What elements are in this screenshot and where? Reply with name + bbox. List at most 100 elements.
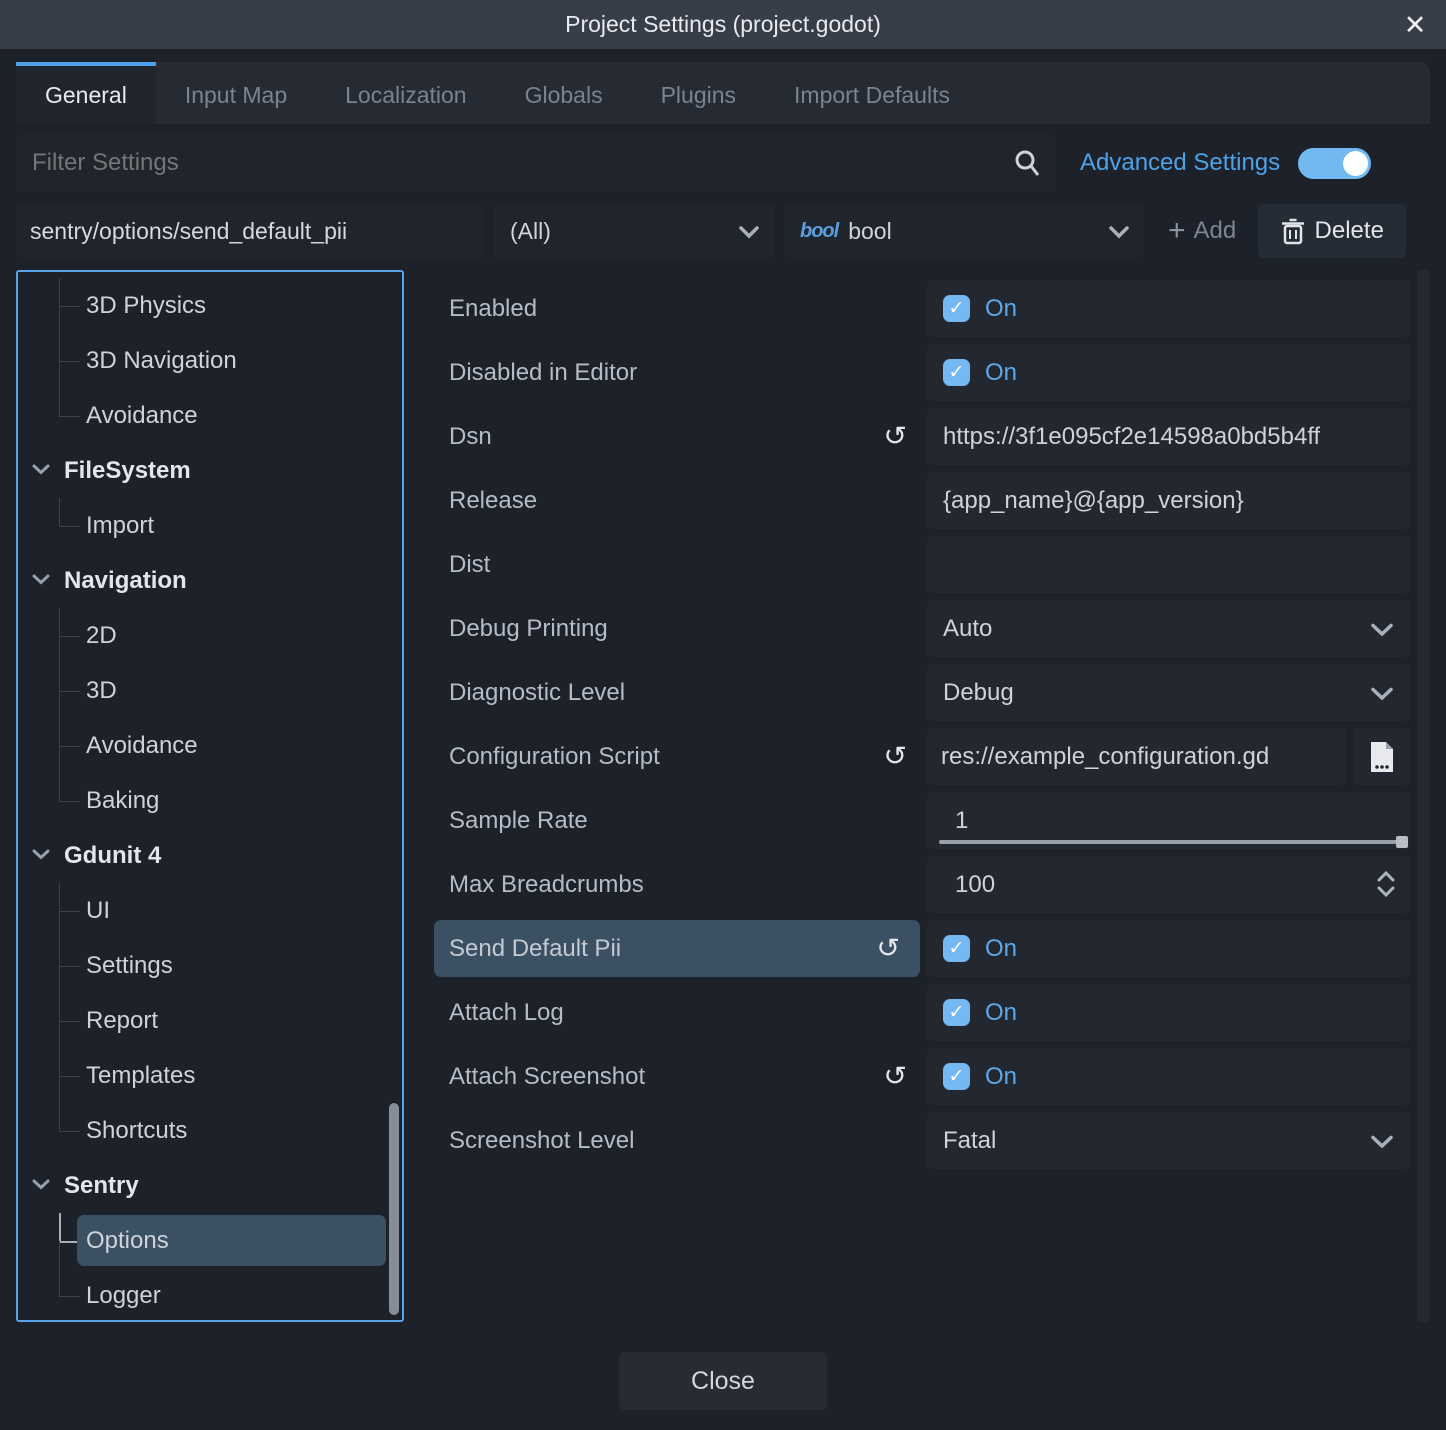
setting-label: Configuration Script xyxy=(449,743,884,771)
checkbox-checked-icon[interactable]: ✓ xyxy=(943,295,970,322)
filter-settings-input[interactable] xyxy=(16,134,1056,192)
tree-item-2d[interactable]: 2D xyxy=(18,608,402,663)
bool-type-icon: bool xyxy=(800,220,838,243)
feature-filter-value: (All) xyxy=(510,218,551,245)
dist-text-field[interactable] xyxy=(927,536,1410,593)
tab-localization[interactable]: Localization xyxy=(316,62,495,124)
tab-plugins[interactable]: Plugins xyxy=(632,62,765,124)
setting-row-screenshot-level: Screenshot Level Fatal xyxy=(434,1112,1410,1169)
tree-item-shortcuts[interactable]: Shortcuts xyxy=(18,1103,402,1158)
slider-track[interactable] xyxy=(939,840,1408,844)
settings-panel: Enabled ✓ On Disabled in Editor ✓ On xyxy=(415,270,1430,1322)
setting-row-dist: Dist xyxy=(434,536,1410,593)
screenshot-level-dropdown[interactable]: Fatal xyxy=(927,1112,1410,1169)
checkbox-checked-icon[interactable]: ✓ xyxy=(943,359,970,386)
setting-label: Diagnostic Level xyxy=(449,679,927,707)
chevron-down-icon xyxy=(1108,226,1130,239)
diagnostic-level-dropdown[interactable]: Debug xyxy=(927,664,1410,721)
setting-row-sample-rate: Sample Rate 1 xyxy=(434,792,1410,849)
tree-item-avoidance[interactable]: Avoidance xyxy=(18,388,402,443)
debug-printing-dropdown[interactable]: Auto xyxy=(927,600,1410,657)
tree-item-3d-navigation[interactable]: 3D Navigation xyxy=(18,333,402,388)
advanced-settings-toggle[interactable] xyxy=(1298,148,1371,179)
add-button[interactable]: + Add xyxy=(1158,204,1246,258)
search-icon xyxy=(1014,149,1040,177)
chevron-down-icon xyxy=(1370,687,1394,701)
setting-row-dsn: Dsn ↺ https://3f1e095cf2e14598a0bd5b4ff xyxy=(434,408,1410,465)
setting-label: Screenshot Level xyxy=(449,1127,927,1155)
tab-input-map[interactable]: Input Map xyxy=(156,62,316,124)
tree-item-3d-physics[interactable]: 3D Physics xyxy=(18,278,402,333)
dsn-text-field[interactable]: https://3f1e095cf2e14598a0bd5b4ff xyxy=(927,408,1410,465)
tree-item-baking[interactable]: Baking xyxy=(18,773,402,828)
delete-button-label: Delete xyxy=(1315,217,1384,245)
close-icon[interactable]: ✕ xyxy=(1398,8,1432,42)
window-title: Project Settings (project.godot) xyxy=(565,11,881,38)
chevron-down-icon xyxy=(32,574,50,585)
plus-icon: + xyxy=(1168,216,1186,246)
checkbox-checked-icon[interactable]: ✓ xyxy=(943,1063,970,1090)
tree-section-filesystem[interactable]: FileSystem xyxy=(18,443,402,498)
tree-item-templates[interactable]: Templates xyxy=(18,1048,402,1103)
tree-item-options[interactable]: Options xyxy=(18,1213,402,1268)
max-breadcrumbs-spinner[interactable]: 100 xyxy=(927,856,1410,913)
tree-scrollbar-thumb[interactable] xyxy=(389,1103,399,1315)
setting-row-configuration-script: Configuration Script ↺ res://example_con… xyxy=(434,728,1410,785)
setting-label: Attach Screenshot xyxy=(449,1063,884,1091)
tree-item-settings[interactable]: Settings xyxy=(18,938,402,993)
revert-icon[interactable]: ↺ xyxy=(884,741,908,772)
property-bar: (All) bool bool + Add xyxy=(16,204,1430,258)
revert-icon[interactable]: ↺ xyxy=(884,421,908,452)
feature-filter-dropdown[interactable]: (All) xyxy=(494,204,774,258)
checkbox-checked-icon[interactable]: ✓ xyxy=(943,999,970,1026)
chevron-down-icon xyxy=(32,464,50,475)
tab-globals[interactable]: Globals xyxy=(496,62,632,124)
tree-section-gdunit4[interactable]: Gdunit 4 xyxy=(18,828,402,883)
setting-label: Sample Rate xyxy=(449,807,927,835)
revert-icon[interactable]: ↺ xyxy=(877,933,901,964)
tree-item-ui[interactable]: UI xyxy=(18,883,402,938)
tree-item-report[interactable]: Report xyxy=(18,993,402,1048)
advanced-settings-label[interactable]: Advanced Settings xyxy=(1080,149,1280,177)
setting-row-attach-screenshot: Attach Screenshot ↺ ✓ On xyxy=(434,1048,1410,1105)
checkbox-on-label: On xyxy=(985,1063,1017,1091)
setting-row-diagnostic-level: Diagnostic Level Debug xyxy=(434,664,1410,721)
tree-item-3d[interactable]: 3D xyxy=(18,663,402,718)
project-settings-dialog: Project Settings (project.godot) ✕ Gener… xyxy=(0,0,1446,1430)
tree-section-navigation[interactable]: Navigation xyxy=(18,553,402,608)
setting-label: Disabled in Editor xyxy=(449,359,927,387)
sample-rate-slider-field[interactable]: 1 xyxy=(927,792,1410,849)
close-button[interactable]: Close xyxy=(619,1352,827,1410)
configuration-script-field[interactable]: res://example_configuration.gd xyxy=(927,728,1346,785)
tab-bar: General Input Map Localization Globals P… xyxy=(16,62,1430,124)
setting-label: Max Breadcrumbs xyxy=(449,871,927,899)
setting-row-disabled-in-editor: Disabled in Editor ✓ On xyxy=(434,344,1410,401)
setting-row-release: Release {app_name}@{app_version} xyxy=(434,472,1410,529)
checkbox-checked-icon[interactable]: ✓ xyxy=(943,935,970,962)
delete-button[interactable]: Delete xyxy=(1258,204,1406,258)
tab-import-defaults[interactable]: Import Defaults xyxy=(765,62,979,124)
setting-label: Release xyxy=(449,487,927,515)
chevron-down-icon xyxy=(32,1179,50,1190)
setting-label: Enabled xyxy=(449,295,927,323)
tree-item-import[interactable]: Import xyxy=(18,498,402,553)
title-bar: Project Settings (project.godot) ✕ xyxy=(0,0,1446,49)
revert-icon[interactable]: ↺ xyxy=(884,1061,908,1092)
chevron-down-icon xyxy=(32,849,50,860)
trash-icon xyxy=(1281,218,1305,245)
file-browse-button[interactable] xyxy=(1353,728,1410,785)
panel-scrollbar-track[interactable] xyxy=(1417,270,1430,1322)
tree-item-avoidance-2[interactable]: Avoidance xyxy=(18,718,402,773)
property-path-input[interactable] xyxy=(16,204,484,258)
type-dropdown[interactable]: bool bool xyxy=(784,204,1144,258)
spinner-updown-icon[interactable] xyxy=(1376,870,1396,898)
filter-row: Advanced Settings xyxy=(16,134,1430,192)
slider-grabber[interactable] xyxy=(1396,836,1408,848)
tree-item-logger[interactable]: Logger xyxy=(18,1268,402,1322)
tab-general[interactable]: General xyxy=(16,62,156,124)
tree-section-sentry[interactable]: Sentry xyxy=(18,1158,402,1213)
toggle-knob xyxy=(1343,151,1368,176)
release-text-field[interactable]: {app_name}@{app_version} xyxy=(927,472,1410,529)
chevron-down-icon xyxy=(1370,1135,1394,1149)
chevron-down-icon xyxy=(738,226,760,239)
